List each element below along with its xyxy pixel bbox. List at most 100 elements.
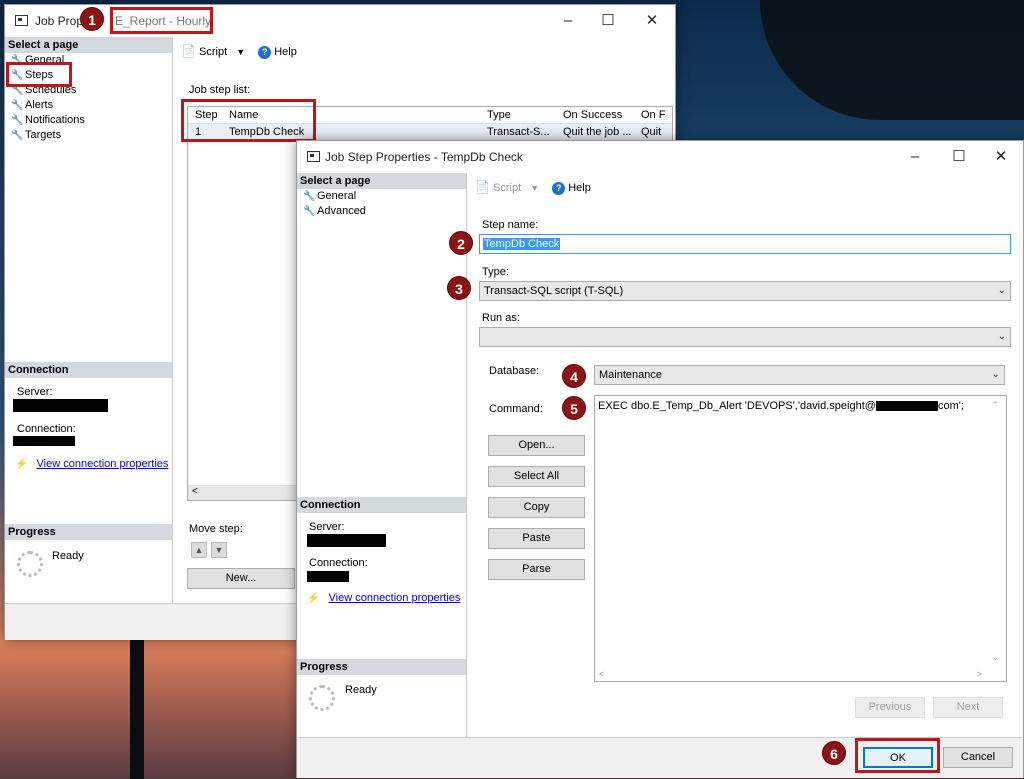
database-label: Database: bbox=[489, 365, 540, 377]
outer-titlebar: Job Prop E_Report - Hourly – ☐ ✕ bbox=[5, 5, 675, 37]
minimize-button[interactable]: – bbox=[892, 141, 938, 173]
dropdown-arrow-icon[interactable]: ▼ bbox=[236, 47, 245, 57]
nav-item-label: Notifications bbox=[25, 114, 85, 126]
parse-button[interactable]: Parse bbox=[488, 559, 585, 580]
next-button[interactable]: Next bbox=[933, 697, 1003, 718]
outer-connection-label: Connection: bbox=[17, 423, 76, 435]
outer-help-button[interactable]: Help bbox=[274, 46, 297, 58]
inner-help-button[interactable]: Help bbox=[568, 182, 591, 194]
highlight-step-row bbox=[181, 99, 316, 142]
help-icon: ? bbox=[552, 181, 566, 195]
col-type[interactable]: Type bbox=[484, 107, 557, 123]
scroll-left-icon[interactable]: < bbox=[192, 486, 198, 497]
scroll-down-icon[interactable]: ⌄ bbox=[991, 652, 999, 663]
outer-script-button[interactable]: Script bbox=[199, 46, 227, 58]
redacted-server bbox=[307, 534, 386, 547]
step-badge-5: 5 bbox=[562, 396, 586, 420]
close-button[interactable]: ✕ bbox=[978, 141, 1024, 173]
step-name-value: TempDb Check bbox=[483, 238, 561, 250]
highlight-job-title bbox=[110, 7, 213, 34]
col-on-failure[interactable]: On F bbox=[638, 107, 671, 123]
wrench-icon: 🔧 bbox=[303, 191, 316, 202]
col-on-success[interactable]: On Success bbox=[560, 107, 637, 123]
type-label: Type: bbox=[482, 266, 509, 278]
step-badge-3: 3 bbox=[447, 276, 471, 300]
script-icon: 📄 bbox=[475, 180, 490, 194]
outer-title-prefix: Job Prop bbox=[35, 14, 84, 28]
connection-icon: ⚡ bbox=[307, 593, 320, 604]
nav-item-advanced[interactable]: 🔧 Advanced bbox=[297, 204, 466, 219]
new-step-button[interactable]: New... bbox=[187, 568, 295, 589]
run-as-select[interactable]: ⌄ bbox=[479, 327, 1011, 347]
chevron-down-icon: ⌄ bbox=[997, 285, 1006, 296]
nav-item-targets[interactable]: 🔧 Targets bbox=[5, 128, 172, 143]
cell-on-success: Quit the job ... bbox=[563, 126, 632, 138]
paste-button[interactable]: Paste bbox=[488, 528, 585, 549]
inner-server-label: Server: bbox=[309, 521, 345, 533]
command-prefix: EXEC dbo.E_Temp_Db_Alert 'DEVOPS','david… bbox=[598, 400, 876, 412]
view-connection-text: View connection properties bbox=[328, 592, 461, 604]
nav-item-label: Advanced bbox=[317, 205, 366, 217]
nav-item-label: Alerts bbox=[25, 99, 54, 111]
inner-connection-heading: Connection bbox=[297, 497, 466, 513]
inner-connection-label: Connection: bbox=[309, 557, 368, 569]
step-badge-4: 4 bbox=[562, 364, 586, 388]
redacted-email-domain bbox=[875, 401, 938, 412]
copy-button[interactable]: Copy bbox=[488, 497, 585, 518]
step-badge-6: 6 bbox=[822, 741, 846, 765]
nav-item-alerts[interactable]: 🔧 Alerts bbox=[5, 98, 172, 113]
window-icon bbox=[15, 15, 28, 26]
cell-type: Transact-S... bbox=[487, 126, 550, 138]
window-icon bbox=[307, 151, 320, 162]
outer-title: Job Prop bbox=[35, 14, 83, 28]
job-step-properties-window: Job Step Properties - TempDb Check – ☐ ✕… bbox=[296, 140, 1024, 778]
connection-icon: ⚡ bbox=[15, 459, 28, 470]
step-name-label: Step name: bbox=[482, 219, 539, 231]
help-icon: ? bbox=[258, 45, 272, 59]
view-connection-text: View connection properties bbox=[36, 458, 169, 470]
outer-view-connection-link[interactable]: ⚡ View connection properties bbox=[15, 458, 168, 470]
redacted-server bbox=[13, 399, 108, 412]
maximize-button[interactable]: ☐ bbox=[936, 141, 982, 173]
wrench-icon: 🔧 bbox=[11, 100, 24, 111]
type-select[interactable]: Transact-SQL script (T-SQL) ⌄ bbox=[479, 281, 1011, 301]
scroll-right-icon[interactable]: > bbox=[977, 669, 982, 679]
nav-item-notifications[interactable]: 🔧 Notifications bbox=[5, 113, 172, 128]
command-editor[interactable]: EXEC dbo.E_Temp_Db_Alert 'DEVOPS','david… bbox=[594, 395, 1007, 682]
database-select[interactable]: Maintenance ⌄ bbox=[594, 365, 1005, 385]
command-label: Command: bbox=[489, 403, 543, 415]
scroll-up-icon[interactable]: ⌃ bbox=[991, 400, 999, 411]
open-button[interactable]: Open... bbox=[488, 435, 585, 456]
cancel-button[interactable]: Cancel bbox=[943, 747, 1013, 768]
outer-toolbar: 📄 Script ▼ ? Help bbox=[181, 37, 297, 65]
redacted-connection bbox=[13, 436, 75, 446]
select-all-button[interactable]: Select All bbox=[488, 466, 585, 487]
scroll-left-icon[interactable]: < bbox=[599, 669, 604, 679]
move-down-button[interactable]: ▼ bbox=[211, 542, 227, 558]
wrench-icon: 🔧 bbox=[11, 130, 24, 141]
outer-nav-heading: Select a page bbox=[5, 37, 172, 53]
previous-button[interactable]: Previous bbox=[855, 697, 925, 718]
inner-view-connection-link[interactable]: ⚡ View connection properties bbox=[307, 592, 460, 604]
maximize-button[interactable]: ☐ bbox=[585, 5, 631, 37]
nav-item-general[interactable]: 🔧 General bbox=[297, 189, 466, 204]
outer-progress-status: Ready bbox=[52, 550, 84, 562]
inner-title: Job Step Properties - TempDb Check bbox=[325, 150, 523, 164]
highlight-steps-nav bbox=[6, 62, 72, 87]
command-suffix: com'; bbox=[937, 400, 964, 412]
move-up-button[interactable]: ▲ bbox=[191, 542, 207, 558]
run-as-label: Run as: bbox=[482, 312, 520, 324]
step-list-label: Job step list: bbox=[189, 84, 251, 96]
redacted-connection bbox=[307, 571, 349, 582]
inner-script-button[interactable]: Script bbox=[493, 182, 521, 194]
close-button[interactable]: ✕ bbox=[629, 5, 675, 37]
chevron-down-icon: ⌄ bbox=[991, 369, 1000, 380]
dropdown-arrow-icon[interactable]: ▼ bbox=[530, 183, 539, 193]
cell-on-failure: Quit bbox=[641, 126, 662, 138]
wrench-icon: 🔧 bbox=[11, 115, 24, 126]
outer-server-label: Server: bbox=[17, 386, 53, 398]
inner-progress-heading: Progress bbox=[297, 659, 466, 675]
inner-toolbar: 📄 Script ▼ ? Help bbox=[475, 173, 591, 201]
move-step-label: Move step: bbox=[189, 523, 243, 535]
step-name-field[interactable]: TempDb Check bbox=[479, 234, 1011, 254]
